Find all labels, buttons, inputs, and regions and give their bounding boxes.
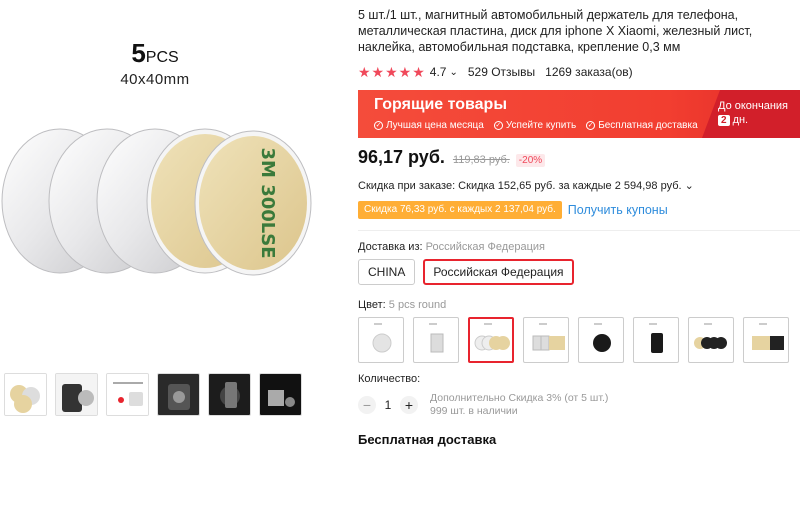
ship-from-options: CHINA Российская Федерация: [358, 259, 800, 285]
swatch-round-black[interactable]: [578, 317, 624, 363]
color-label: Цвет: 5 pcs round: [358, 299, 447, 311]
caption-count: 5: [131, 38, 146, 68]
increase-quantity-button[interactable]: +: [400, 396, 418, 414]
bulk-discount-note: Дополнительно Скидка 3% (от 5 шт.): [430, 392, 609, 404]
ship-option-russia[interactable]: Российская Федерация: [423, 259, 574, 285]
free-shipping-heading: Бесплатная доставка: [358, 432, 497, 447]
color-swatches: [358, 317, 800, 363]
decrease-quantity-button[interactable]: −: [358, 396, 376, 414]
rating-value[interactable]: 4.7: [430, 65, 447, 79]
current-price: 96,17 руб.: [358, 147, 445, 167]
countdown-label: До окончания: [718, 100, 789, 112]
banner-feature: ✓ Лучшая цена месяца: [374, 120, 484, 131]
reviews-link[interactable]: 529 Отзывы: [468, 65, 535, 79]
product-gallery: 5PCS 40x40mm 3M 300LSE: [0, 0, 312, 430]
stock-count: 999 шт. в наличии: [430, 405, 518, 417]
coupon-row: Скидка 76,33 руб. с каждых 2 137,04 руб.…: [358, 200, 800, 220]
thumbnail-strip: [4, 373, 302, 416]
check-circle-icon: ✓: [586, 121, 596, 130]
divider: [358, 230, 800, 231]
banner-feature: ✓ Бесплатная доставка: [586, 120, 698, 131]
banner-title: Горящие товары: [374, 96, 507, 113]
ship-option-china[interactable]: CHINA: [358, 259, 416, 285]
orders-count: 1269 заказа(ов): [545, 65, 633, 79]
swatch-5pcs-rect-black[interactable]: [743, 317, 789, 363]
discount-badge: -20%: [515, 154, 546, 167]
banner-features: ✓ Лучшая цена месяца ✓ Успейте купить ✓ Бес…: [374, 120, 698, 131]
ship-from-value: Российская Федерация: [425, 241, 545, 253]
rating-row: ★★★★★ 4.7 ⌄ 529 Отзывы 1269 заказа(ов): [358, 63, 800, 81]
image-caption: 5PCS 40x40mm: [0, 38, 310, 88]
swatch-rect-black[interactable]: [633, 317, 679, 363]
order-discount[interactable]: Скидка при заказе: Скидка 152,65 руб. за…: [358, 179, 800, 194]
check-circle-icon: ✓: [493, 121, 503, 130]
product-title: 5 шт./1 шт., магнитный автомобильный дер…: [358, 8, 753, 54]
product-info: 5 шт./1 шт., магнитный автомобильный дер…: [358, 0, 800, 510]
thumbnail-1[interactable]: [4, 373, 47, 416]
swatch-rect-silver[interactable]: [413, 317, 459, 363]
color-value: 5 pcs round: [388, 299, 447, 311]
coupon-tag: Скидка 76,33 руб. с каждых 2 137,04 руб.: [358, 201, 562, 219]
quantity-info: Дополнительно Скидка 3% (от 5 шт.) 999 ш…: [430, 392, 608, 418]
quantity-label: Количество:: [358, 373, 421, 385]
countdown: До окончания 2 дн.: [718, 100, 792, 126]
star-rating-icon: ★★★★★: [358, 63, 426, 80]
original-price: 119,83 руб.: [452, 154, 510, 166]
get-coupons-link[interactable]: Получить купоны: [568, 203, 668, 217]
thumbnail-4[interactable]: [157, 373, 200, 416]
thumbnail-6[interactable]: [259, 373, 302, 416]
thumbnail-5[interactable]: [208, 373, 251, 416]
caption-size: 40x40mm: [120, 71, 190, 88]
swatch-5pcs-round-black[interactable]: [688, 317, 734, 363]
quantity-value[interactable]: 1: [376, 398, 400, 412]
rating-chevron-icon[interactable]: ⌄: [449, 67, 457, 78]
check-circle-icon: ✓: [374, 121, 383, 130]
banner-feature: ✓ Успейте купить: [493, 120, 577, 131]
thumbnail-2[interactable]: [55, 373, 98, 416]
countdown-days: 2: [718, 114, 730, 126]
swatch-round-silver[interactable]: [358, 317, 404, 363]
metal-discs-illustration: 3M 300LSE: [1, 128, 312, 276]
price-row: 96,17 руб. 119,83 руб. -20%: [358, 147, 800, 171]
disc-print: 3M 300LSE: [257, 147, 278, 258]
hot-deals-banner: Горящие товары ✓ Лучшая цена месяца ✓ Успе…: [358, 90, 800, 138]
ship-from-label: Доставка из: Российская Федерация: [358, 241, 545, 253]
countdown-unit: дн.: [732, 114, 749, 126]
thumbnail-3[interactable]: [106, 373, 149, 416]
swatch-5pcs-rect[interactable]: [523, 317, 569, 363]
quantity-stepper: − 1 + Дополнительно Скидка 3% (от 5 шт.)…: [358, 392, 800, 418]
caption-unit: PCS: [145, 49, 179, 66]
main-product-image[interactable]: 5PCS 40x40mm 3M 300LSE: [0, 0, 312, 340]
swatch-5pcs-round[interactable]: [468, 317, 514, 363]
